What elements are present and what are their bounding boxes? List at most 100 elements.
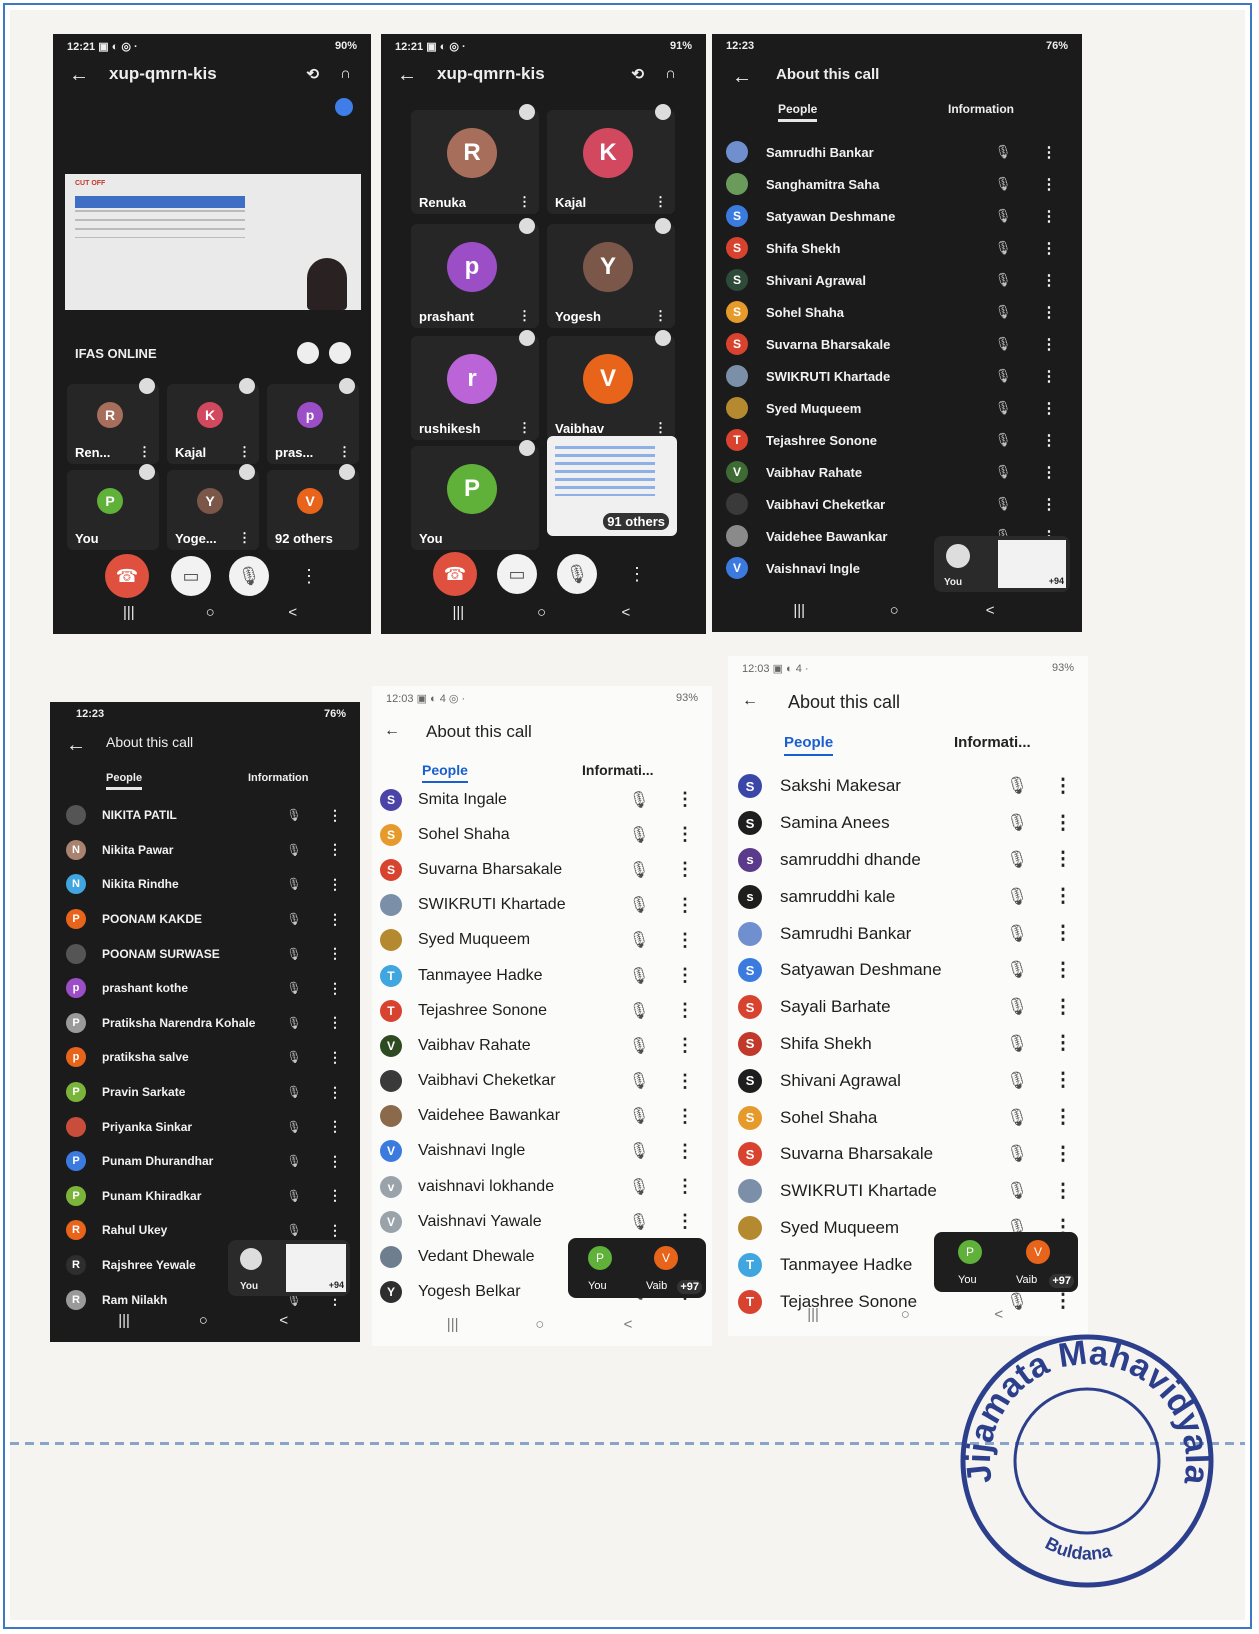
more-options-icon[interactable]: ⋮: [1038, 239, 1060, 257]
mic-off-icon[interactable]: 🎙: [264, 1154, 324, 1168]
more-options-icon[interactable]: ⋮: [324, 1187, 346, 1204]
recent-apps-icon[interactable]: |||: [123, 604, 135, 621]
audio-output-icon[interactable]: ∩: [665, 65, 676, 82]
more-options-icon[interactable]: ⋮: [674, 895, 696, 916]
participant-row[interactable]: S Shivani Agrawal 🎙 ⋮: [712, 264, 1082, 296]
participant-row[interactable]: S Suvarna Bharsakale 🎙 ⋮: [372, 852, 712, 887]
back-arrow-icon[interactable]: ←: [732, 66, 752, 89]
mic-off-icon[interactable]: 🎙: [968, 144, 1038, 160]
more-options-icon[interactable]: ⋮: [1052, 1143, 1074, 1166]
recent-apps-icon[interactable]: |||: [807, 1306, 819, 1323]
mic-off-icon[interactable]: 🎙: [968, 208, 1038, 224]
home-icon[interactable]: ○: [199, 1312, 208, 1329]
participant-row[interactable]: S Shivani Agrawal 🎙 ⋮: [728, 1062, 1088, 1099]
switch-camera-icon[interactable]: ⟲: [306, 65, 319, 83]
recent-apps-icon[interactable]: |||: [453, 604, 465, 621]
participant-row[interactable]: T Tejashree Sonone 🎙 ⋮: [372, 993, 712, 1028]
nav-back-icon[interactable]: <: [986, 602, 995, 619]
tile-menu-icon[interactable]: ⋮: [238, 530, 251, 546]
pip-call-preview[interactable]: P You V Vaib +97: [568, 1238, 706, 1298]
pin-icon[interactable]: [339, 378, 355, 394]
more-options-icon[interactable]: ⋮: [1038, 207, 1060, 225]
participant-row[interactable]: S Sohel Shaha 🎙 ⋮: [728, 1099, 1088, 1136]
end-call-button[interactable]: ☎: [433, 552, 477, 596]
switch-camera-icon[interactable]: ⟲: [631, 65, 644, 83]
fullscreen-icon[interactable]: [329, 342, 351, 364]
pin-icon[interactable]: [519, 218, 535, 234]
mic-off-icon[interactable]: 🎙: [604, 825, 674, 845]
pin-icon[interactable]: [655, 104, 671, 120]
mic-off-icon[interactable]: 🎙: [968, 432, 1038, 448]
end-call-button[interactable]: ☎: [105, 554, 149, 598]
mic-off-icon[interactable]: 🎙: [604, 966, 674, 986]
mic-off-icon[interactable]: 🎙: [604, 1212, 674, 1232]
home-icon[interactable]: ○: [206, 604, 215, 621]
more-options-icon[interactable]: ⋮: [324, 980, 346, 997]
more-options-icon[interactable]: ⋮: [1052, 1032, 1074, 1055]
participant-row[interactable]: Vaibhavi Cheketkar 🎙 ⋮: [712, 488, 1082, 520]
pin-icon[interactable]: [655, 218, 671, 234]
mic-off-icon[interactable]: 🎙: [968, 464, 1038, 480]
recent-apps-icon[interactable]: |||: [447, 1316, 459, 1333]
back-arrow-icon[interactable]: ←: [384, 722, 400, 740]
more-options-icon[interactable]: ⋮: [1052, 1069, 1074, 1092]
more-options-icon[interactable]: ⋮: [1038, 271, 1060, 289]
more-options-icon[interactable]: ⋮: [1052, 885, 1074, 908]
participant-row[interactable]: S Suvarna Bharsakale 🎙 ⋮: [712, 328, 1082, 360]
more-options-icon[interactable]: ⋮: [674, 1106, 696, 1127]
tile-menu-icon[interactable]: ⋮: [654, 308, 667, 324]
pin-icon[interactable]: [655, 330, 671, 346]
tab-people[interactable]: People: [778, 102, 818, 122]
more-options-icon[interactable]: ⋮: [1038, 431, 1060, 449]
mic-off-icon[interactable]: 🎙: [968, 272, 1038, 288]
back-arrow-icon[interactable]: ←: [397, 64, 417, 87]
mic-off-icon[interactable]: 🎙: [982, 997, 1052, 1017]
home-icon[interactable]: ○: [901, 1306, 910, 1323]
more-options-icon[interactable]: ⋮: [1038, 399, 1060, 417]
more-options-icon[interactable]: ⋮: [1052, 996, 1074, 1019]
participant-row[interactable]: p pratiksha salve 🎙 ⋮: [50, 1040, 360, 1075]
recent-apps-icon[interactable]: |||: [793, 602, 805, 619]
participant-row[interactable]: S Sakshi Makesar 🎙 ⋮: [728, 768, 1088, 805]
participant-row[interactable]: S Satyawan Deshmane 🎙 ⋮: [712, 200, 1082, 232]
tile-menu-icon[interactable]: ⋮: [654, 420, 667, 436]
participant-row[interactable]: T Tanmayee Hadke 🎙⋮: [372, 958, 712, 993]
mic-off-icon[interactable]: 🎙: [264, 1085, 324, 1099]
more-options-icon[interactable]: ⋮: [324, 841, 346, 858]
participant-row[interactable]: Syed Muqueem 🎙 ⋮: [712, 392, 1082, 424]
participant-row[interactable]: S Samina Anees 🎙 ⋮: [728, 805, 1088, 842]
more-options-icon[interactable]: ⋮: [324, 807, 346, 824]
participant-tile[interactable]: Y Yoge... ⋮: [167, 464, 259, 550]
mic-off-icon[interactable]: 🎙: [982, 887, 1052, 907]
shared-screen-tile[interactable]: 91 others: [547, 436, 677, 536]
back-arrow-icon[interactable]: ←: [742, 692, 758, 710]
more-options-button[interactable]: ⋮: [617, 554, 657, 594]
more-options-icon[interactable]: ⋮: [324, 1153, 346, 1170]
more-options-icon[interactable]: ⋮: [324, 911, 346, 928]
mic-off-icon[interactable]: 🎙: [982, 1034, 1052, 1054]
more-options-icon[interactable]: ⋮: [674, 824, 696, 845]
nav-back-icon[interactable]: <: [622, 604, 631, 621]
mic-off-icon[interactable]: 🎙: [604, 895, 674, 915]
participant-row[interactable]: V Vaibhav Rahate 🎙 ⋮: [712, 456, 1082, 488]
participant-row[interactable]: V Vaishnavi Ingle 🎙⋮: [372, 1134, 712, 1169]
mic-off-icon[interactable]: 🎙: [604, 1177, 674, 1197]
more-options-icon[interactable]: ⋮: [674, 965, 696, 986]
more-options-icon[interactable]: ⋮: [1038, 495, 1060, 513]
participant-row[interactable]: S Sohel Shaha 🎙 ⋮: [372, 817, 712, 852]
mic-off-icon[interactable]: 🎙: [982, 1144, 1052, 1164]
participant-row[interactable]: SWIKRUTI Khartade 🎙 ⋮: [372, 888, 712, 923]
mic-off-icon[interactable]: 🎙: [604, 930, 674, 950]
mic-off-icon[interactable]: 🎙: [264, 1016, 324, 1030]
participant-row[interactable]: V Vaibhav Rahate 🎙 ⋮: [372, 1028, 712, 1063]
mic-off-icon[interactable]: 🎙: [264, 981, 324, 995]
nav-back-icon[interactable]: <: [624, 1316, 633, 1333]
pin-icon[interactable]: [139, 464, 155, 480]
participant-row[interactable]: s samruddhi kale 🎙 ⋮: [728, 878, 1088, 915]
participant-row[interactable]: P Punam Dhurandhar 🎙 ⋮: [50, 1144, 360, 1179]
tab-information[interactable]: Information: [248, 772, 309, 784]
mic-off-button[interactable]: 🎙: [229, 556, 269, 596]
back-arrow-icon[interactable]: ←: [66, 734, 86, 757]
mic-off-icon[interactable]: 🎙: [604, 860, 674, 880]
mic-off-icon[interactable]: 🎙: [264, 877, 324, 891]
